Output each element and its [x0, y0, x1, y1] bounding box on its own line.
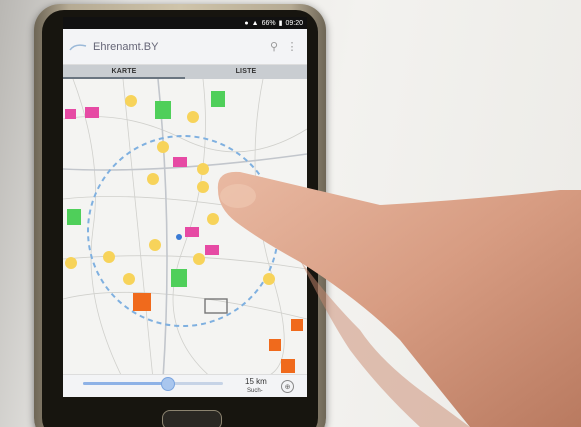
pointing-hand [217, 171, 581, 427]
photo-scene: ● ▲ 66% ▮ 09:20 Ehrenamt.BY ⚲ ⋮ KARTE LI… [0, 0, 581, 427]
